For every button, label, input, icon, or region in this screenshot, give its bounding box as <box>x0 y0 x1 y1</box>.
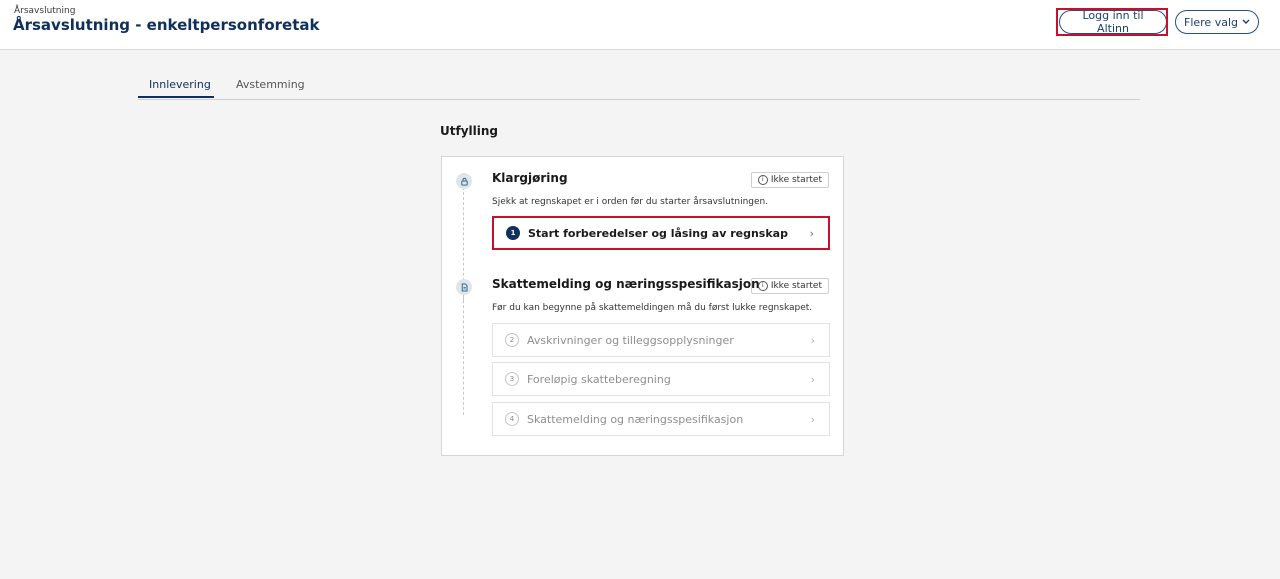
more-options-button[interactable]: Flere valg <box>1175 10 1259 34</box>
task-row-skattemelding[interactable]: 4 Skattemelding og næringsspesifikasjon … <box>492 402 830 436</box>
task-label: Foreløpig skatteberegning <box>527 372 671 386</box>
task-label: Avskrivninger og tilleggsopplysninger <box>527 333 734 347</box>
lock-icon <box>456 173 472 189</box>
login-button[interactable]: Logg inn til Altinn <box>1059 9 1167 35</box>
chevron-right-icon: › <box>809 226 814 240</box>
task-number: 4 <box>505 412 519 426</box>
task-row-start-forberedelser[interactable]: 1 Start forberedelser og låsing av regns… <box>492 216 830 250</box>
tab-bar: Innlevering Avstemming <box>138 72 1140 100</box>
app-header: Årsavslutning Årsavslutning - enkeltpers… <box>0 0 1280 50</box>
chevron-right-icon: › <box>810 372 815 386</box>
status-badge: i Ikke startet <box>750 278 829 294</box>
status-badge: i Ikke startet <box>750 172 829 188</box>
task-number: 3 <box>505 372 519 386</box>
login-button-label: Logg inn til Altinn <box>1082 9 1144 35</box>
tab-innlevering[interactable]: Innlevering <box>149 78 211 91</box>
document-icon <box>456 279 472 295</box>
group-title-skattemelding: Skattemelding og næringsspesifikasjon <box>492 277 760 291</box>
active-tab-indicator <box>138 96 214 98</box>
task-card: Klargjøring i Ikke startet Sjekk at regn… <box>441 156 844 456</box>
group-description: Sjekk at regnskapet er i orden før du st… <box>492 197 769 207</box>
chevron-right-icon: › <box>810 412 815 426</box>
task-row-forelopig-skatteberegning[interactable]: 3 Foreløpig skatteberegning › <box>492 362 830 396</box>
status-label: Ikke startet <box>770 175 822 185</box>
task-label: Skattemelding og næringsspesifikasjon <box>527 412 744 426</box>
group-description: Før du kan begynne på skattemeldingen må… <box>492 303 813 313</box>
chevron-down-icon <box>1242 18 1250 27</box>
info-icon: i <box>757 175 768 185</box>
task-number: 1 <box>506 226 520 240</box>
tab-avstemming[interactable]: Avstemming <box>236 78 305 91</box>
timeline-connector <box>463 295 464 415</box>
group-title-klargjoring: Klargjøring <box>492 171 568 185</box>
task-label: Start forberedelser og låsing av regnska… <box>528 226 788 240</box>
more-options-label: Flere valg <box>1184 15 1238 29</box>
task-row-avskrivninger[interactable]: 2 Avskrivninger og tilleggsopplysninger … <box>492 323 830 357</box>
task-number: 2 <box>505 333 519 347</box>
section-heading: Utfylling <box>440 124 498 138</box>
breadcrumb[interactable]: Årsavslutning <box>14 6 75 16</box>
chevron-right-icon: › <box>810 333 815 347</box>
status-label: Ikke startet <box>770 281 822 291</box>
page-title: Årsavslutning - enkeltpersonforetak <box>13 16 320 34</box>
info-icon: i <box>757 281 768 291</box>
